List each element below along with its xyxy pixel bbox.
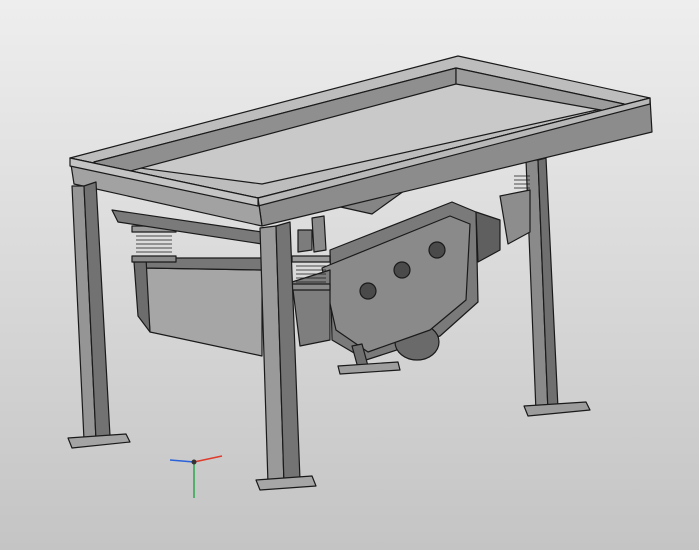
top-frame: [69, 55, 653, 245]
bolt-hole-2: [393, 261, 411, 279]
inner-post: [297, 215, 327, 253]
vibrator-housing: [321, 201, 501, 361]
model-scene[interactable]: [0, 0, 699, 550]
triad-origin-icon: [191, 459, 197, 465]
axis-triad[interactable]: [169, 455, 223, 498]
x-axis-icon: [193, 455, 223, 463]
back-left-leg: [523, 157, 591, 417]
spring-back: [499, 175, 531, 245]
z-axis-icon: [169, 459, 195, 463]
spring-left: [131, 225, 177, 263]
bolt-hole-1: [359, 282, 377, 300]
bolt-hole-3: [428, 241, 446, 259]
vibrating-tray: [133, 257, 331, 357]
cad-3d-viewport[interactable]: [0, 0, 699, 550]
